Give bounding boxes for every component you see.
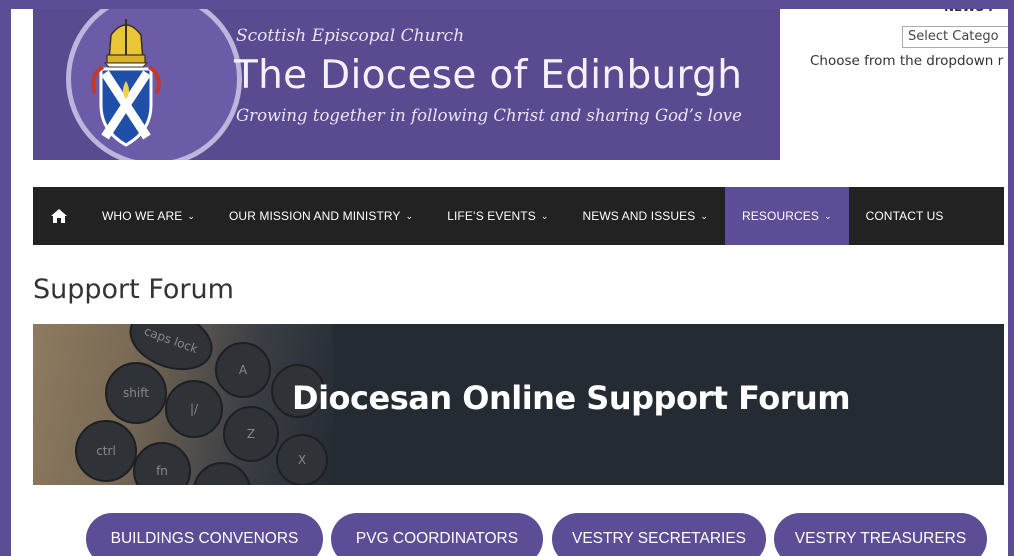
chevron-down-icon: ⌄: [187, 210, 195, 221]
category-help-text: Choose from the dropdown r: [810, 53, 1004, 69]
keyboard-key: Z: [223, 406, 279, 462]
nav-item-mission-ministry[interactable]: OUR MISSION AND MINISTRY ⌄: [212, 187, 430, 245]
nav-item-who-we-are[interactable]: WHO WE ARE ⌄: [85, 187, 212, 245]
nav-item-label: OUR MISSION AND MINISTRY: [229, 209, 401, 223]
hero-title: Diocesan Online Support Forum: [292, 379, 851, 417]
nav-item-label: CONTACT US: [865, 209, 944, 223]
site-subtitle: Scottish Episcopal Church: [236, 26, 465, 46]
nav-item-label: WHO WE ARE: [102, 209, 183, 223]
nav-item-lifes-events[interactable]: LIFE’S EVENTS ⌄: [430, 187, 565, 245]
home-icon: [51, 209, 67, 223]
main-nav: WHO WE ARE ⌄ OUR MISSION AND MINISTRY ⌄ …: [33, 187, 1004, 245]
diocese-crest-icon: [91, 19, 161, 147]
category-select[interactable]: Select Catego: [902, 26, 1012, 48]
nav-item-label: NEWS AND ISSUES: [582, 209, 696, 223]
nav-home[interactable]: [33, 187, 85, 245]
nav-item-contact-us[interactable]: CONTACT US: [849, 187, 961, 245]
chevron-down-icon: ⌄: [700, 210, 709, 221]
keyboard-key: ctrl: [75, 420, 137, 482]
pvg-coordinators-button[interactable]: PVG COORDINATORS: [331, 513, 543, 556]
keyboard-key: shift: [105, 362, 167, 424]
nav-item-label: RESOURCES: [742, 209, 819, 223]
site-banner[interactable]: Scottish Episcopal Church The Diocese of…: [33, 9, 780, 160]
news-widget-label: NEWS I: [944, 3, 993, 12]
keyboard-key: |/: [165, 380, 223, 438]
hero-banner: caps lock shift ctrl fn start A Z X |/ \…: [33, 324, 1004, 485]
page-title: Support Forum: [33, 274, 234, 305]
keyboard-key: A: [215, 342, 271, 398]
chevron-down-icon: ⌄: [823, 210, 832, 221]
chevron-down-icon: ⌄: [405, 210, 414, 221]
vestry-treasurers-button[interactable]: VESTRY TREASURERS: [774, 513, 987, 556]
keyboard-key: X: [276, 434, 328, 485]
nav-item-news-issues[interactable]: NEWS AND ISSUES ⌄: [566, 187, 726, 245]
nav-item-resources[interactable]: RESOURCES ⌄: [725, 187, 849, 245]
site-tagline: Growing together in following Christ and…: [236, 106, 742, 125]
buildings-convenors-button[interactable]: BUILDINGS CONVENORS: [86, 513, 323, 556]
site-title[interactable]: The Diocese of Edinburgh: [234, 53, 742, 98]
nav-item-label: LIFE’S EVENTS: [447, 209, 536, 223]
vestry-secretaries-button[interactable]: VESTRY SECRETARIES: [552, 513, 766, 556]
chevron-down-icon: ⌄: [540, 210, 549, 221]
